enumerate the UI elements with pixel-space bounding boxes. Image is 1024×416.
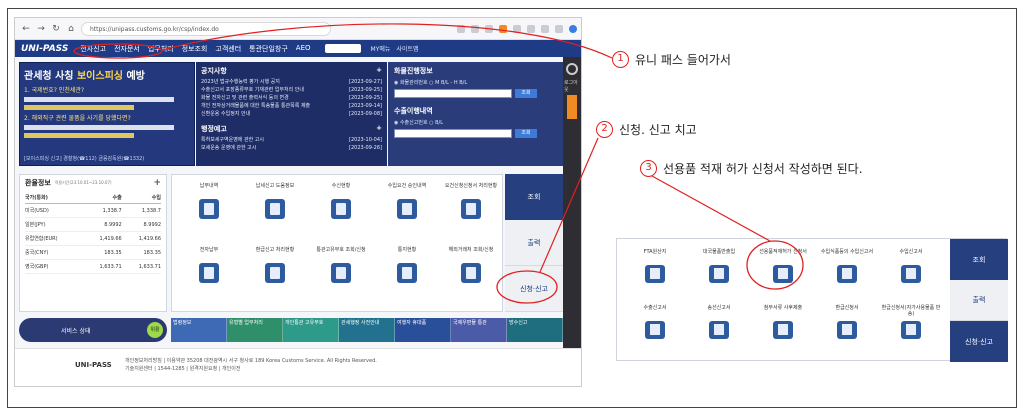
ship-stores-highlight-ellipse: [746, 240, 804, 290]
step-3-connector: [651, 175, 771, 242]
step-1-connector: [161, 23, 613, 59]
step-2-connector: [539, 137, 599, 273]
apply-tab-highlight-ellipse: [496, 270, 558, 304]
url-highlight-ellipse: [73, 43, 163, 59]
annotation-overlay: [73, 23, 804, 304]
